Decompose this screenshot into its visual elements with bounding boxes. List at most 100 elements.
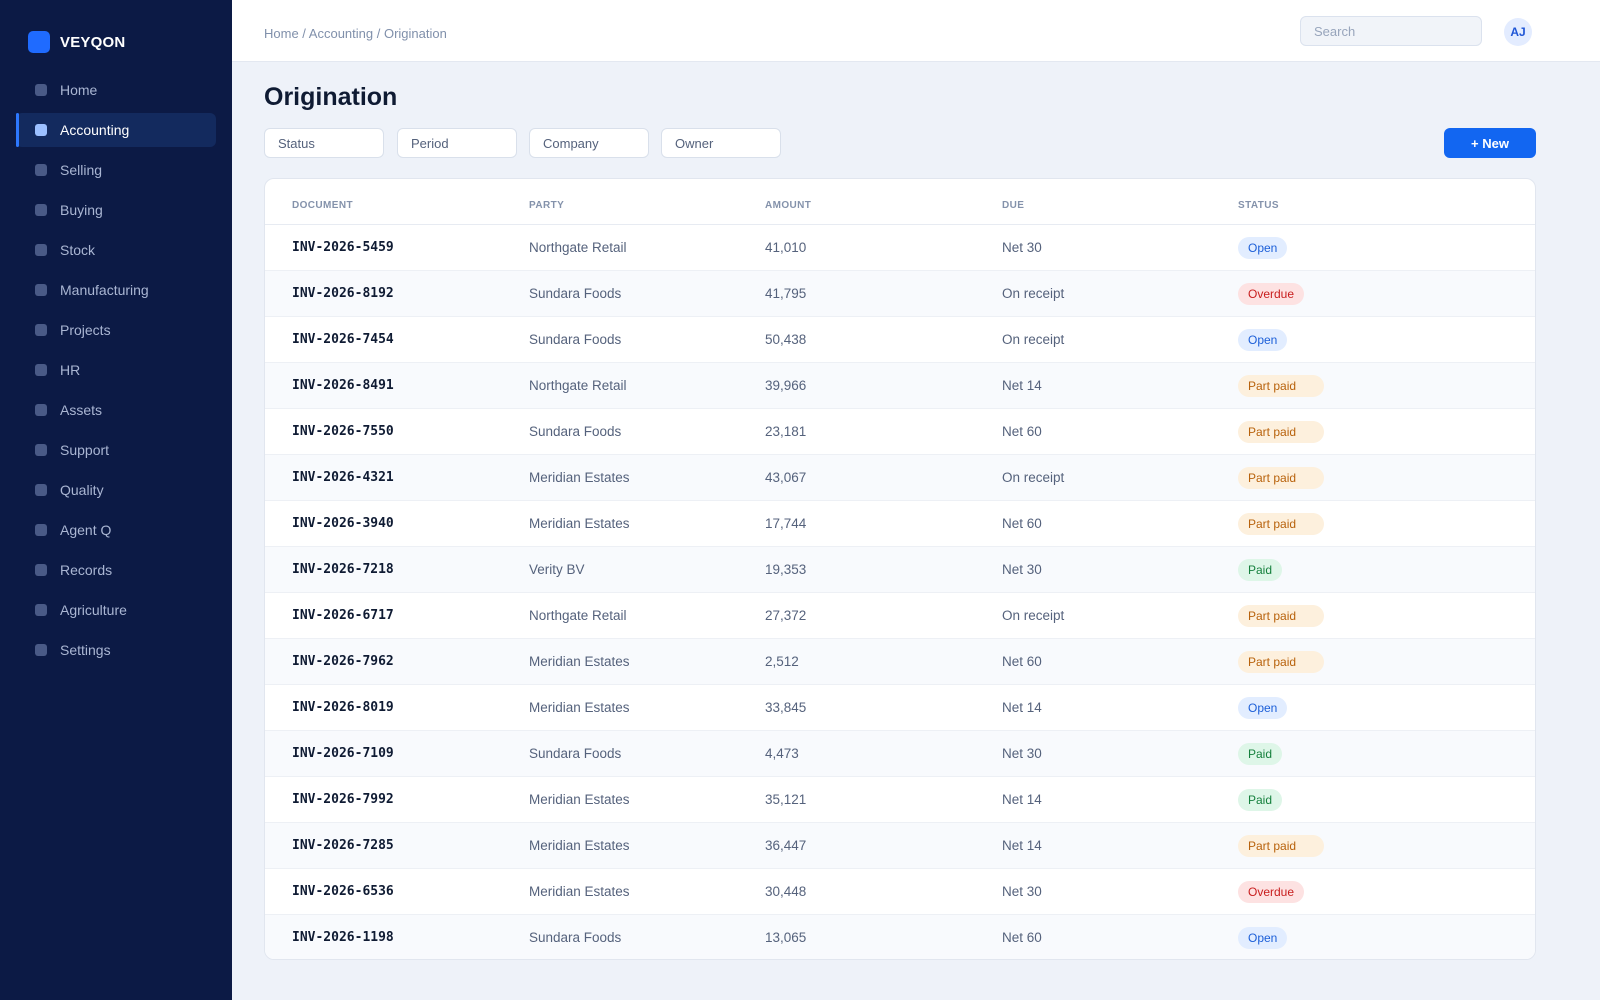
- sidebar-item-label: Records: [60, 562, 113, 578]
- nav-bullet-icon: [35, 84, 47, 96]
- sidebar-item-settings[interactable]: Settings: [16, 633, 216, 667]
- sidebar-item-label: Settings: [60, 642, 111, 658]
- status-badge: Open: [1238, 927, 1288, 949]
- party-name: Verity BV: [529, 562, 585, 577]
- sidebar-item-hr[interactable]: HR: [16, 353, 216, 387]
- party-name: Sundara Foods: [529, 424, 622, 439]
- document-id[interactable]: INV-2026-7109: [292, 746, 394, 761]
- column-header-amount[interactable]: AMOUNT: [765, 200, 811, 211]
- party-name: Meridian Estates: [529, 470, 630, 485]
- document-id[interactable]: INV-2026-7962: [292, 654, 394, 669]
- sidebar-item-label: Buying: [60, 202, 103, 218]
- brand[interactable]: VEYQON: [28, 31, 125, 53]
- status-badge: Part paid: [1238, 467, 1324, 489]
- filter-company[interactable]: Company: [529, 128, 649, 158]
- sidebar-item-projects[interactable]: Projects: [16, 313, 216, 347]
- table-row[interactable]: INV-2026-3940 Meridian Estates 17,744 Net 6…: [265, 501, 1535, 547]
- table-row[interactable]: INV-2026-8192 Sundara Foods 41,795 On recei…: [265, 271, 1535, 317]
- document-id[interactable]: INV-2026-8192: [292, 286, 394, 301]
- document-id[interactable]: INV-2026-3940: [292, 516, 394, 531]
- nav-bullet-icon: [35, 284, 47, 296]
- table-row[interactable]: INV-2026-7550 Sundara Foods 23,181 Net 60 Pa…: [265, 409, 1535, 455]
- table-row[interactable]: INV-2026-7109 Sundara Foods 4,473 Net 30 Pai…: [265, 731, 1535, 777]
- sidebar-item-label: Assets: [60, 402, 103, 418]
- party-name: Northgate Retail: [529, 608, 627, 623]
- sidebar-item-buying[interactable]: Buying: [16, 193, 216, 227]
- table-row[interactable]: INV-2026-7962 Meridian Estates 2,512 Net 60…: [265, 639, 1535, 685]
- sidebar-item-support[interactable]: Support: [16, 433, 216, 467]
- table-row[interactable]: INV-2026-6536 Meridian Estates 30,448 Net 3…: [265, 869, 1535, 915]
- due-terms: Net 30: [1002, 562, 1042, 577]
- status-badge: Part paid: [1238, 421, 1324, 443]
- table-row[interactable]: INV-2026-6717 Northgate Retail 27,372 On re…: [265, 593, 1535, 639]
- filter-period[interactable]: Period: [397, 128, 517, 158]
- new-button[interactable]: + New: [1444, 128, 1536, 158]
- sidebar-item-label: HR: [60, 362, 81, 378]
- sidebar-item-selling[interactable]: Selling: [16, 153, 216, 187]
- party-name: Meridian Estates: [529, 838, 630, 853]
- document-id[interactable]: INV-2026-8491: [292, 378, 394, 393]
- nav-bullet-icon: [35, 484, 47, 496]
- filter-status[interactable]: Status: [264, 128, 384, 158]
- party-name: Sundara Foods: [529, 286, 622, 301]
- document-id[interactable]: INV-2026-5459: [292, 240, 394, 255]
- breadcrumb[interactable]: Home / Accounting / Origination: [264, 26, 447, 41]
- document-id[interactable]: INV-2026-8019: [292, 700, 394, 715]
- sidebar-item-stock[interactable]: Stock: [16, 233, 216, 267]
- column-header-status[interactable]: STATUS: [1238, 200, 1279, 211]
- document-id[interactable]: INV-2026-6536: [292, 884, 394, 899]
- table-row[interactable]: INV-2026-8491 Northgate Retail 39,966 Net 1…: [265, 363, 1535, 409]
- document-id[interactable]: INV-2026-6717: [292, 608, 394, 623]
- sidebar-item-manufacturing[interactable]: Manufacturing: [16, 273, 216, 307]
- sidebar-item-home[interactable]: Home: [16, 73, 216, 107]
- amount: 43,067: [765, 470, 807, 485]
- party-name: Northgate Retail: [529, 240, 627, 255]
- status-badge: Overdue: [1238, 881, 1305, 903]
- document-id[interactable]: INV-2026-7454: [292, 332, 394, 347]
- due-terms: Net 14: [1002, 700, 1042, 715]
- document-id[interactable]: INV-2026-4321: [292, 470, 394, 485]
- sidebar-item-label: Manufacturing: [60, 282, 149, 298]
- avatar[interactable]: AJ: [1504, 18, 1532, 46]
- search-input[interactable]: [1300, 16, 1482, 46]
- table-row[interactable]: INV-2026-5459 Northgate Retail 41,010 Net 3…: [265, 225, 1535, 271]
- table-row[interactable]: INV-2026-1198 Sundara Foods 13,065 Net 60 Op…: [265, 915, 1535, 959]
- party-name: Northgate Retail: [529, 378, 627, 393]
- nav-bullet-icon: [35, 204, 47, 216]
- due-terms: Net 60: [1002, 654, 1042, 669]
- column-header-due[interactable]: DUE: [1002, 200, 1024, 211]
- party-name: Sundara Foods: [529, 930, 622, 945]
- amount: 2,512: [765, 654, 799, 669]
- amount: 19,353: [765, 562, 807, 577]
- party-name: Meridian Estates: [529, 516, 630, 531]
- sidebar-item-records[interactable]: Records: [16, 553, 216, 587]
- due-terms: Net 30: [1002, 240, 1042, 255]
- table-row[interactable]: INV-2026-4321 Meridian Estates 43,067 On re…: [265, 455, 1535, 501]
- status-badge: Paid: [1238, 743, 1283, 765]
- sidebar-item-agriculture[interactable]: Agriculture: [16, 593, 216, 627]
- nav-bullet-icon: [35, 124, 47, 136]
- sidebar-item-quality[interactable]: Quality: [16, 473, 216, 507]
- table-row[interactable]: INV-2026-7992 Meridian Estates 35,121 Net 1…: [265, 777, 1535, 823]
- table-row[interactable]: INV-2026-7454 Sundara Foods 50,438 On recei…: [265, 317, 1535, 363]
- document-id[interactable]: INV-2026-7218: [292, 562, 394, 577]
- column-header-party[interactable]: PARTY: [529, 200, 564, 211]
- sidebar-item-accounting[interactable]: Accounting: [16, 113, 216, 147]
- column-header-document[interactable]: DOCUMENT: [292, 200, 353, 211]
- brand-name: VEYQON: [60, 33, 126, 51]
- document-id[interactable]: INV-2026-7285: [292, 838, 394, 853]
- document-id[interactable]: INV-2026-1198: [292, 930, 394, 945]
- nav-bullet-icon: [35, 644, 47, 656]
- table-row[interactable]: INV-2026-7285 Meridian Estates 36,447 Net 1…: [265, 823, 1535, 869]
- sidebar-item-label: Selling: [60, 162, 103, 178]
- document-id[interactable]: INV-2026-7992: [292, 792, 394, 807]
- filter-owner[interactable]: Owner: [661, 128, 781, 158]
- sidebar-item-assets[interactable]: Assets: [16, 393, 216, 427]
- amount: 17,744: [765, 516, 807, 531]
- due-terms: On receipt: [1002, 608, 1065, 623]
- due-terms: Net 14: [1002, 378, 1042, 393]
- table-row[interactable]: INV-2026-7218 Verity BV 19,353 Net 30 Paid: [265, 547, 1535, 593]
- document-id[interactable]: INV-2026-7550: [292, 424, 394, 439]
- table-row[interactable]: INV-2026-8019 Meridian Estates 33,845 Net 1…: [265, 685, 1535, 731]
- sidebar-item-agent-q[interactable]: Agent Q: [16, 513, 216, 547]
